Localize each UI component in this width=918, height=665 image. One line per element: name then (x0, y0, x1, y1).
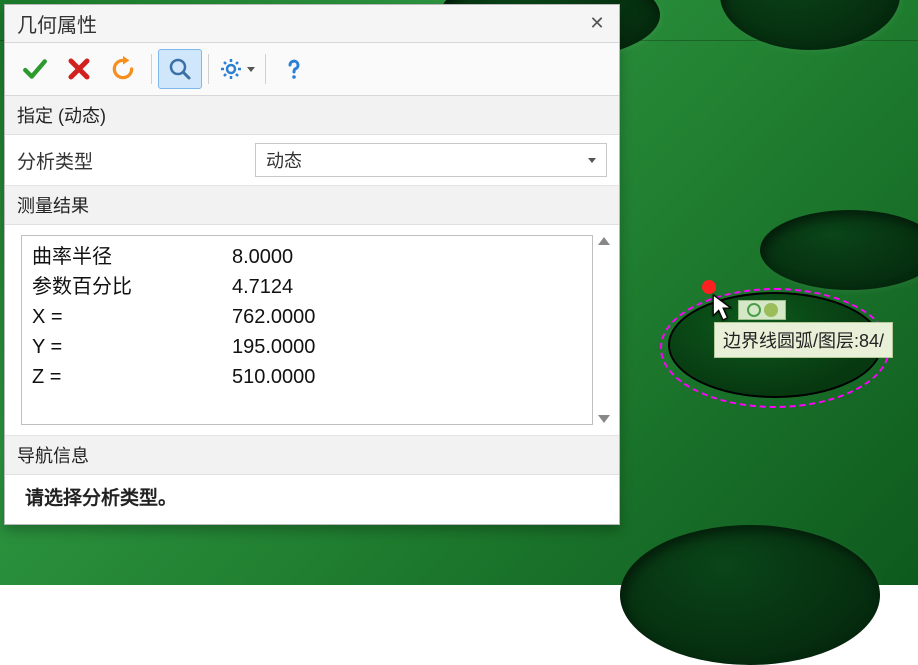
settings-button[interactable] (215, 49, 259, 89)
scroll-down-icon[interactable] (598, 415, 610, 423)
result-label: Z = (32, 362, 232, 392)
chevron-down-icon (247, 67, 255, 72)
results-textbox[interactable]: 曲率半径8.0000参数百分比4.7124X =762.0000Y =195.0… (21, 235, 593, 425)
results-scrollbar[interactable] (593, 235, 611, 425)
analysis-type-dropdown[interactable]: 动态 (255, 143, 607, 177)
result-value: 195.0000 (232, 332, 315, 362)
model-hole (720, 0, 900, 50)
toolbar-separator (151, 54, 152, 84)
dialog-titlebar[interactable]: 几何属性 ✕ (5, 5, 619, 43)
close-button[interactable]: ✕ (583, 12, 611, 36)
model-hole (620, 525, 880, 665)
face-filter-icon (764, 303, 778, 317)
undo-icon (110, 56, 136, 82)
toolbar-separator (208, 54, 209, 84)
result-value: 8.0000 (232, 242, 293, 272)
nav-section-header[interactable]: 导航信息 (5, 436, 619, 475)
settings-icon (219, 57, 243, 81)
selection-filter-strip[interactable] (738, 300, 786, 320)
result-row: Y =195.0000 (32, 332, 582, 362)
specify-section-header[interactable]: 指定 (动态) (5, 96, 619, 135)
help-icon (282, 57, 306, 81)
result-row: X =762.0000 (32, 302, 582, 332)
arc-filter-icon (747, 303, 761, 317)
result-value: 762.0000 (232, 302, 315, 332)
nav-message: 请选择分析类型。 (5, 475, 619, 524)
analysis-type-label: 分析类型 (17, 147, 247, 174)
analysis-type-row: 分析类型 动态 (5, 135, 619, 186)
result-row: 参数百分比4.7124 (32, 272, 582, 302)
undo-button[interactable] (101, 49, 145, 89)
result-value: 4.7124 (232, 272, 293, 302)
toolbar-separator (265, 54, 266, 84)
model-hole (760, 210, 918, 290)
ok-icon (22, 56, 48, 82)
result-label: Y = (32, 332, 232, 362)
hover-tooltip: 边界线圆弧/图层:84/ (714, 322, 893, 358)
zoom-button[interactable] (158, 49, 202, 89)
result-row: 曲率半径8.0000 (32, 242, 582, 272)
cursor-icon (712, 294, 734, 322)
result-label: X = (32, 302, 232, 332)
cancel-button[interactable] (57, 49, 101, 89)
dialog-toolbar (5, 43, 619, 96)
analysis-type-value: 动态 (266, 147, 302, 173)
cancel-icon (67, 57, 91, 81)
measure-point[interactable] (702, 280, 716, 294)
chevron-down-icon (588, 158, 596, 163)
help-button[interactable] (272, 49, 316, 89)
results-area: 曲率半径8.0000参数百分比4.7124X =762.0000Y =195.0… (5, 225, 619, 436)
result-label: 参数百分比 (32, 272, 232, 302)
result-row: Z =510.0000 (32, 362, 582, 392)
results-section-header[interactable]: 测量结果 (5, 186, 619, 225)
zoom-icon (168, 57, 192, 81)
result-value: 510.0000 (232, 362, 315, 392)
geometry-properties-dialog: 几何属性 ✕ 指定 (动态) 分析类型 动态 (4, 4, 620, 525)
ok-button[interactable] (13, 49, 57, 89)
result-label: 曲率半径 (32, 242, 232, 272)
dialog-title: 几何属性 (17, 9, 97, 38)
close-icon: ✕ (589, 13, 604, 34)
scroll-up-icon[interactable] (598, 237, 610, 245)
